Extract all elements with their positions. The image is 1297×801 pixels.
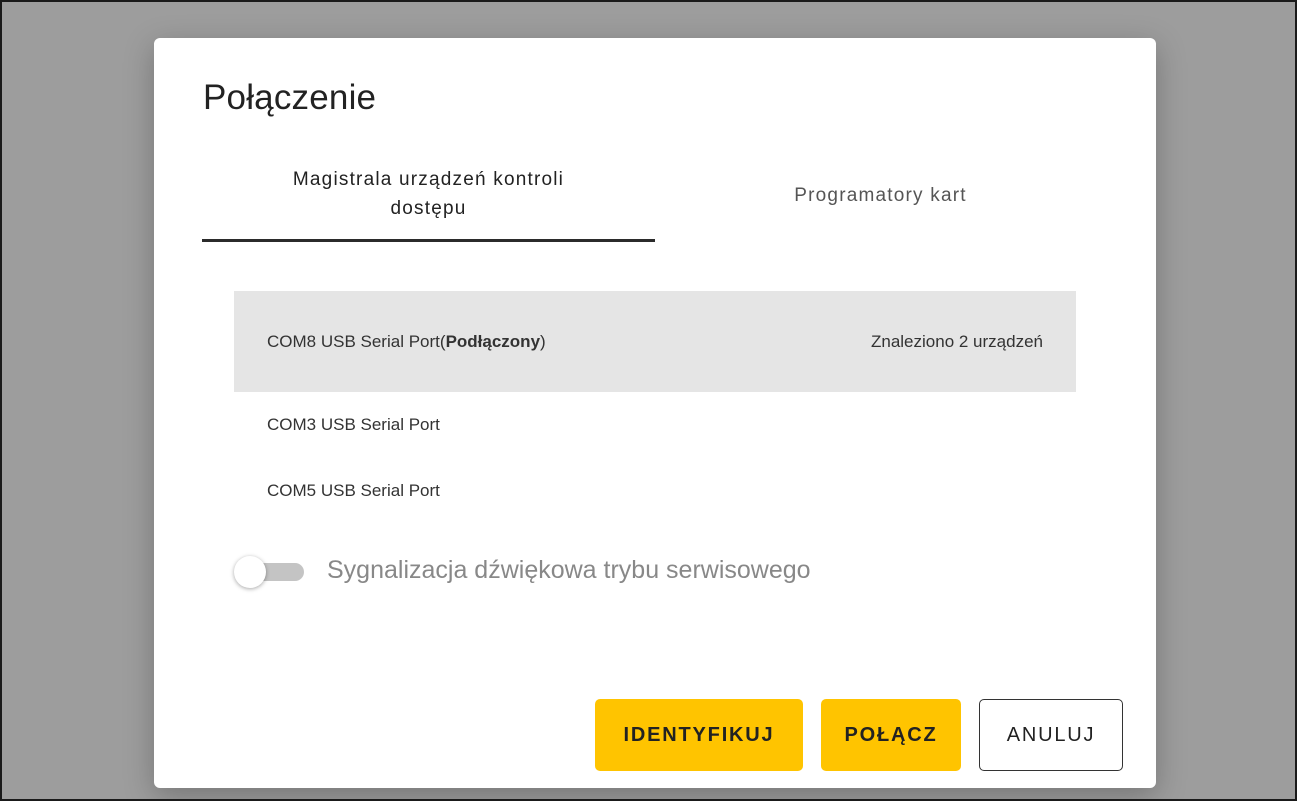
port-row-com3[interactable]: COM3 USB Serial Port: [234, 392, 1076, 458]
port-name: COM8 USB Serial Port: [267, 331, 440, 351]
toggle-knob: [234, 556, 266, 588]
devices-found-count: Znaleziono 2 urządzeń: [870, 331, 1043, 351]
port-row-com8[interactable]: COM8 USB Serial Port (Podłączony) Znalez…: [234, 291, 1076, 392]
service-sound-label: Sygnalizacja dźwiękowa trybu serwisowego: [327, 555, 811, 584]
tab-card-programmers[interactable]: Programatory kart: [655, 156, 1106, 242]
cancel-button[interactable]: ANULUJ: [979, 699, 1123, 771]
connect-button[interactable]: POŁĄCZ: [821, 699, 961, 771]
identify-button[interactable]: IDENTYFIKUJ: [595, 699, 803, 771]
service-sound-toggle[interactable]: [234, 552, 306, 588]
service-sound-setting: Sygnalizacja dźwiękowa trybu serwisowego: [234, 546, 811, 594]
tab-card-programmers-label: Programatory kart: [794, 184, 967, 206]
connection-dialog: Połączenie Magistrala urządzeń kontroli …: [154, 38, 1156, 788]
app-frame: Połączenie Magistrala urządzeń kontroli …: [0, 0, 1297, 801]
port-list: COM8 USB Serial Port (Podłączony) Znalez…: [234, 291, 1076, 524]
tab-access-control-bus[interactable]: Magistrala urządzeń kontroli dostępu: [202, 156, 655, 242]
tab-bar: Magistrala urządzeń kontroli dostępu Pro…: [202, 156, 1106, 242]
dialog-title: Połączenie: [203, 78, 377, 117]
port-status: Podłączony: [445, 331, 541, 351]
tab-access-control-bus-label: Magistrala urządzeń kontroli dostępu: [292, 168, 565, 219]
port-name: COM3 USB Serial Port: [267, 415, 440, 434]
dialog-actions: IDENTYFIKUJ POŁĄCZ ANULUJ: [595, 699, 1123, 771]
port-status-close: ): [540, 331, 546, 351]
port-row-com5[interactable]: COM5 USB Serial Port: [234, 458, 1076, 524]
port-name: COM5 USB Serial Port: [267, 481, 440, 500]
